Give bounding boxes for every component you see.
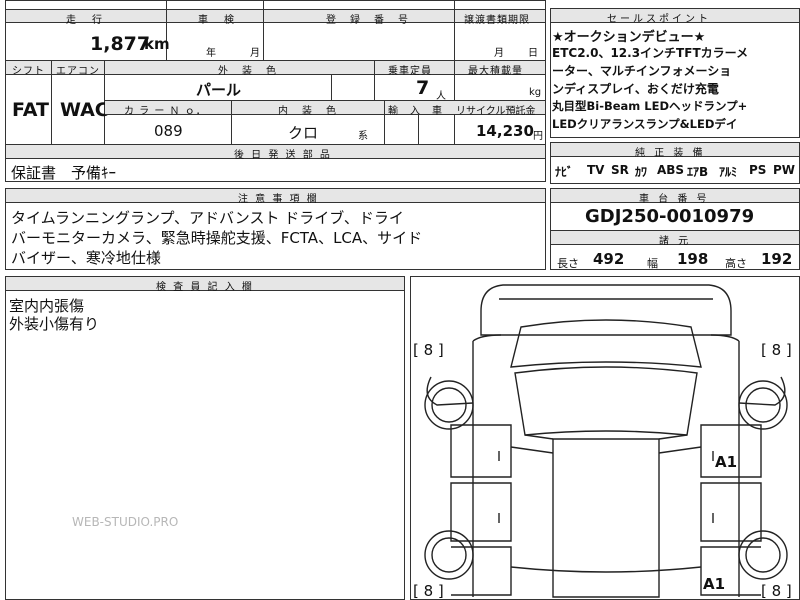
sales-line-6: LEDクリアランスランプ&LEDデイ	[552, 117, 738, 131]
shaken-month: 月	[250, 48, 260, 59]
interior-value: クロ	[288, 124, 319, 142]
tire-rear-right-label: [ 8 ]	[761, 582, 792, 600]
registration-header: 登 録 番 号	[326, 15, 410, 26]
equip-pw: PW	[773, 163, 796, 177]
chassis-header: 車 台 番 号	[639, 194, 710, 205]
length-label: 長さ	[557, 257, 579, 270]
notes-line-1: タイムランニングランプ、アドバンスト ドライブ、ドライ	[11, 209, 404, 227]
recycle-unit: 円	[533, 131, 543, 142]
color-value: パール	[196, 81, 242, 99]
notes-line-2: バーモニターカメラ、緊急時操舵支援、FCTA、LCA、サイド	[11, 229, 423, 247]
recycle-header: リサイクル預託金	[456, 106, 536, 117]
width-label: 幅	[647, 257, 658, 270]
sales-line-3: ーター、マルチインフォメーショ	[552, 64, 732, 78]
tire-front-right-label: [ 8 ]	[761, 341, 792, 359]
tire-front-left-label: [ 8 ]	[413, 341, 444, 359]
sales-line-1: ★オークションデビュー★	[552, 30, 706, 45]
height-label: 高さ	[725, 257, 747, 270]
transfer-month: 月	[494, 48, 504, 59]
equip-tv: TV	[587, 163, 605, 177]
shift-header: シフト	[12, 66, 45, 77]
later-parts-header: 後 日 発 送 部 品	[234, 150, 332, 161]
chassis-section: 車 台 番 号 GDJ250-0010979 諸 元 長さ 492 幅 198 …	[550, 188, 800, 270]
interior-suffix: 系	[358, 131, 368, 142]
mileage-header: 走 行	[66, 15, 105, 26]
equipment-section: 純 正 装 備 ﾅﾋﾞ TV SR ｶﾜ ABS ｴｱB ｱﾙﾐ PS PW	[550, 142, 800, 184]
transfer-day: 日	[528, 48, 538, 59]
dimensions-header: 諸 元	[659, 236, 692, 247]
max-load-header: 最大積載量	[468, 66, 523, 77]
inspector-header: 検 査 員 記 入 欄	[156, 282, 254, 293]
color-no-value: 089	[154, 122, 183, 140]
damage-mark-rear: A1	[703, 575, 726, 593]
equip-sr: SR	[611, 163, 629, 177]
capacity-value: 7	[416, 77, 430, 99]
color-no-header: カ ラ ー Ｎ ｏ．	[124, 106, 207, 117]
equip-navi: ﾅﾋﾞ	[555, 165, 574, 179]
sales-line-4: ンディスプレイ、おくだけ充電	[552, 82, 719, 96]
transfer-header: 譲渡書類期限	[464, 15, 530, 26]
shaken-year: 年	[206, 48, 216, 59]
equip-ps: PS	[749, 163, 767, 177]
sales-points-section: セールスポイント ★オークションデビュー★ ETC2.0、12.3インチTFTカ…	[550, 8, 800, 138]
inspector-section: 検 査 員 記 入 欄 室内内張傷 外装小傷有り WEB-STUDIO.PRO	[5, 276, 405, 600]
watermark: WEB-STUDIO.PRO	[72, 515, 179, 529]
notes-section: 注 意 事 項 欄 タイムランニングランプ、アドバンスト ドライブ、ドライ バー…	[5, 188, 546, 270]
max-load-unit: kg	[529, 87, 542, 98]
color-header: 外 装 色	[218, 66, 278, 77]
notes-line-3: バイザー、寒冷地仕様	[11, 249, 161, 267]
mileage-unit: km	[144, 35, 170, 53]
width-value: 198	[677, 250, 709, 268]
shaken-header: 車 検	[198, 15, 237, 26]
sales-line-5: 丸目型Bi-Beam LEDヘッドランプ+	[552, 99, 748, 113]
mileage-value: 1,877	[90, 33, 151, 55]
damage-mark-right-door: A1	[715, 453, 738, 471]
height-value: 192	[761, 250, 793, 268]
recycle-value: 14,230	[476, 122, 534, 140]
ac-value: WAC	[60, 99, 109, 121]
later-parts-section: 後 日 発 送 部 品 保証書 予備ｷｰ	[5, 144, 546, 182]
top-left-sheet: 走 行 車 検 登 録 番 号 譲渡書類期限 1,877 km 年 月 月 日 …	[5, 0, 546, 145]
sales-line-2: ETC2.0、12.3インチTFTカラーメ	[552, 46, 749, 60]
tire-rear-left-label: [ 8 ]	[413, 582, 444, 600]
notes-header: 注 意 事 項 欄	[238, 194, 319, 205]
equip-leather: ｶﾜ	[635, 165, 648, 179]
equipment-header: 純 正 装 備	[635, 148, 706, 159]
inspector-line-2: 外装小傷有り	[9, 315, 100, 333]
equip-abs: ABS	[657, 163, 685, 177]
length-value: 492	[593, 250, 625, 268]
car-outline-drawing	[424, 284, 788, 598]
ac-header: エアコン	[56, 66, 100, 77]
shift-value: FAT	[12, 99, 49, 121]
capacity-header: 乗車定員	[388, 66, 432, 77]
later-parts-value: 保証書 予備ｷｰ	[11, 164, 117, 182]
car-diagram: [ 8 ] [ 8 ] [ 8 ] [ 8 ] A1 A1	[410, 276, 800, 600]
import-header: 輸 入 車	[388, 106, 443, 117]
chassis-value: GDJ250-0010979	[585, 206, 755, 227]
equip-airbag: ｴｱB	[687, 165, 709, 179]
interior-header: 内 装 色	[278, 106, 338, 117]
sales-points-header: セールスポイント	[607, 14, 711, 25]
equip-alloy: ｱﾙﾐ	[719, 165, 738, 179]
